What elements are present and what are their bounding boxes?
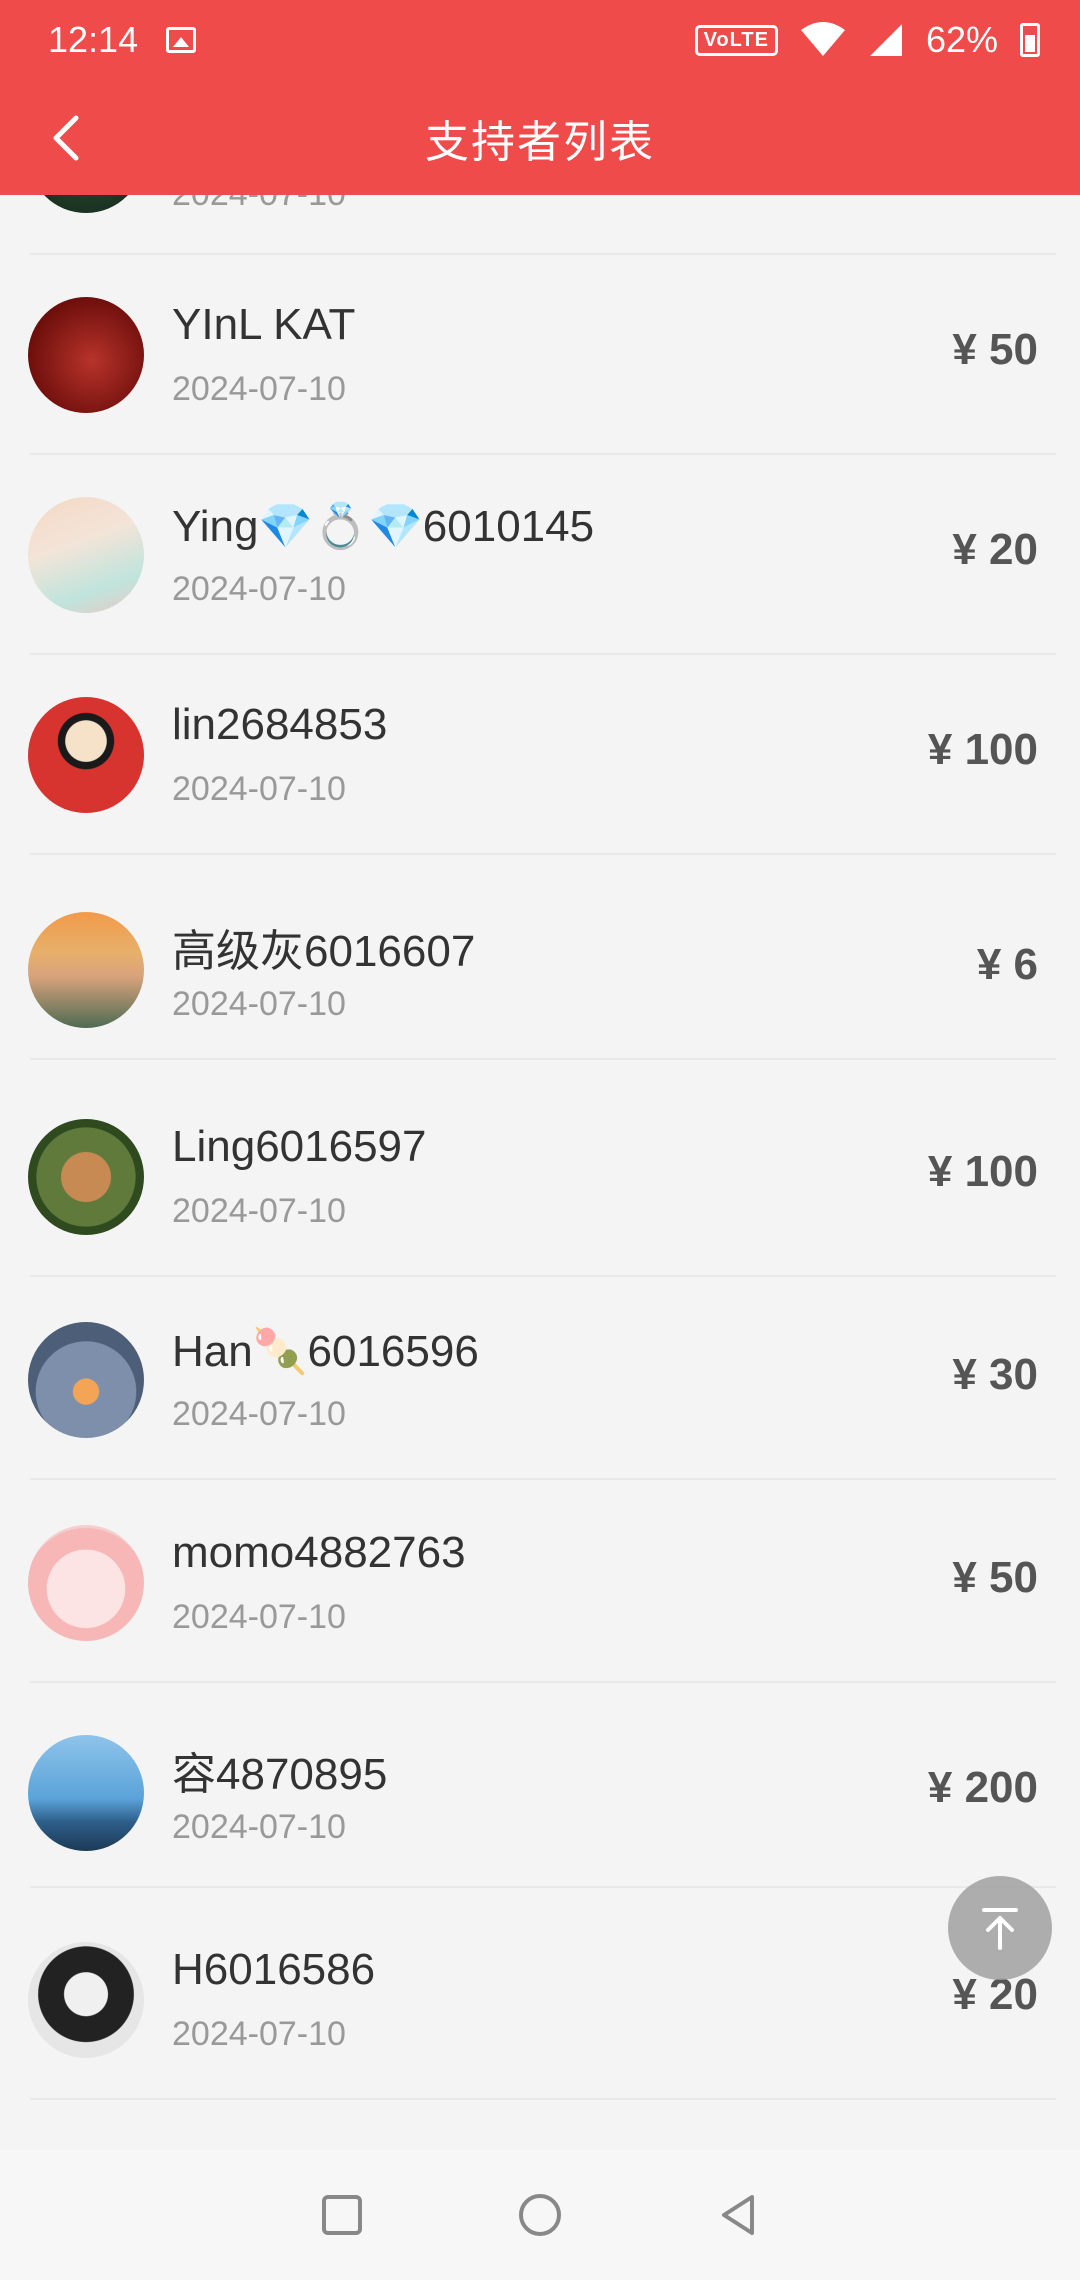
- list-item[interactable]: momo4882763 2024-07-10 ¥ 50: [0, 1483, 1080, 1683]
- divider: [30, 1478, 1056, 1480]
- supporter-date: 2024-07-10: [172, 2015, 346, 2053]
- system-nav-bar: [0, 2150, 1080, 2280]
- image-notification-icon: [166, 27, 197, 53]
- supporter-list[interactable]: 2024-07-10 YInL KAT 2024-07-10 ¥ 50 Ying…: [0, 0, 1080, 2150]
- nav-bar: 支持者列表: [0, 80, 1080, 195]
- supporter-date: 2024-07-10: [172, 985, 346, 1023]
- supporter-name: Ling6016597: [172, 1122, 427, 1171]
- avatar: [28, 1119, 144, 1235]
- status-time: 12:14: [48, 19, 139, 60]
- supporter-date: 2024-07-10: [172, 770, 346, 808]
- supporter-name: 高级灰6016607: [172, 927, 476, 976]
- supporter-amount: ¥ 50: [952, 325, 1038, 374]
- arrow-up-to-top-icon: [982, 1908, 1018, 1950]
- wifi-icon: [800, 22, 845, 56]
- supporter-name: H6016586: [172, 1945, 376, 1994]
- supporter-name: momo4882763: [172, 1528, 466, 1577]
- volte-icon: VoLTE: [694, 24, 778, 56]
- avatar: [28, 1525, 144, 1641]
- battery-icon: [1020, 23, 1040, 57]
- square-icon[interactable]: [318, 2191, 366, 2239]
- divider: [30, 853, 1056, 855]
- status-bar: 12:14 VoLTE 62%: [0, 0, 1080, 80]
- avatar: [28, 497, 144, 613]
- scroll-to-top-button[interactable]: [948, 1876, 1052, 1980]
- supporter-amount: ¥ 20: [952, 525, 1038, 574]
- list-item[interactable]: Ling6016597 2024-07-10 ¥ 100: [0, 1077, 1080, 1277]
- divider: [30, 1681, 1056, 1683]
- supporter-name: YInL KAT: [172, 300, 356, 349]
- supporter-amount: ¥ 200: [927, 1763, 1038, 1812]
- avatar: [28, 1735, 144, 1851]
- list-item[interactable]: 高级灰6016607 2024-07-10 ¥ 6: [0, 860, 1080, 1060]
- supporter-name: Han🍡6016596: [172, 1327, 479, 1376]
- avatar: [28, 912, 144, 1028]
- list-item[interactable]: Han🍡6016596 2024-07-10 ¥ 30: [0, 1280, 1080, 1480]
- avatar: [28, 697, 144, 813]
- list-item[interactable]: H6016586 2024-07-10 ¥ 20: [0, 1900, 1080, 2100]
- supporter-date: 2024-07-10: [172, 1395, 346, 1433]
- supporter-date: 2024-07-10: [172, 1598, 346, 1636]
- list-item[interactable]: 容4870895 2024-07-10 ¥ 200: [0, 1688, 1080, 1888]
- supporter-name: Ying💎💍💎6010145: [172, 502, 595, 551]
- list-item[interactable]: YInL KAT 2024-07-10 ¥ 50: [0, 255, 1080, 455]
- supporter-amount: ¥ 6: [976, 940, 1038, 989]
- supporter-date: 2024-07-10: [172, 1808, 346, 1846]
- app-screen: 2024-07-10 YInL KAT 2024-07-10 ¥ 50 Ying…: [0, 0, 1080, 2280]
- supporter-amount: ¥ 100: [927, 1147, 1038, 1196]
- battery-percent: 62%: [925, 19, 998, 60]
- divider: [30, 1058, 1056, 1060]
- page-title: 支持者列表: [425, 117, 655, 167]
- supporter-amount: ¥ 100: [927, 725, 1038, 774]
- triangle-back-icon[interactable]: [714, 2191, 762, 2239]
- signal-icon: [869, 24, 902, 56]
- supporter-date: 2024-07-10: [172, 1192, 346, 1230]
- avatar: [28, 1322, 144, 1438]
- divider: [30, 1886, 1056, 1888]
- supporter-amount: ¥ 30: [952, 1350, 1038, 1399]
- supporter-name: lin2684853: [172, 700, 388, 749]
- list-item[interactable]: Ying💎💍💎6010145 2024-07-10 ¥ 20: [0, 455, 1080, 655]
- circle-icon[interactable]: [516, 2191, 564, 2239]
- avatar: [28, 1942, 144, 2058]
- supporter-amount: ¥ 50: [952, 1553, 1038, 1602]
- chevron-left-icon: [53, 115, 79, 161]
- list-item[interactable]: lin2684853 2024-07-10 ¥ 100: [0, 655, 1080, 855]
- supporter-date: 2024-07-10: [172, 570, 346, 608]
- avatar: [28, 297, 144, 413]
- app-header: 12:14 VoLTE 62% 支持者列表: [0, 0, 1080, 195]
- supporter-name: 容4870895: [172, 1750, 388, 1799]
- supporter-date: 2024-07-10: [172, 370, 346, 408]
- divider: [30, 1275, 1056, 1277]
- back-button[interactable]: [32, 102, 104, 174]
- divider: [30, 2098, 1056, 2100]
